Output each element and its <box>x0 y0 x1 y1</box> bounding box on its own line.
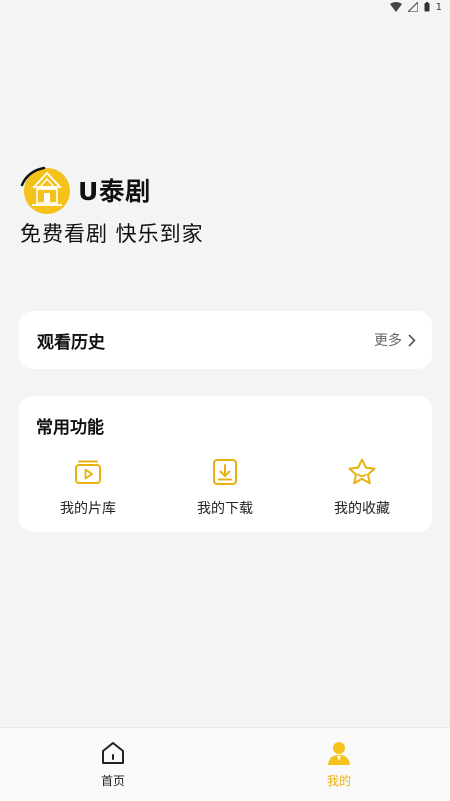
func-label: 我的收藏 <box>334 501 390 517</box>
download-icon <box>213 459 237 485</box>
wifi-icon <box>389 2 402 12</box>
common-functions-card: 常用功能 我的片库 我的下载 我的收藏 <box>19 396 432 532</box>
brand-header: U泰剧 <box>18 165 151 215</box>
app-slogan: 免费看剧 快乐到家 <box>20 222 204 246</box>
my-favorites-button[interactable]: 我的收藏 <box>307 456 417 518</box>
app-name: U泰剧 <box>78 177 152 206</box>
home-icon <box>102 742 124 764</box>
status-bar: 1 <box>0 0 450 14</box>
tab-home[interactable]: 首页 <box>73 740 153 789</box>
chevron-right-icon <box>408 333 416 347</box>
watch-history-title: 观看历史 <box>37 332 105 353</box>
star-icon <box>348 458 376 485</box>
more-label: 更多 <box>374 333 402 349</box>
my-library-button[interactable]: 我的片库 <box>33 456 143 518</box>
func-label: 我的片库 <box>60 501 116 517</box>
battery-icon <box>424 2 430 12</box>
common-functions-title: 常用功能 <box>36 418 104 438</box>
app-logo <box>18 165 76 215</box>
signal-icon <box>407 2 418 12</box>
func-label: 我的下载 <box>197 501 253 517</box>
bottom-tab-bar: 首页 我的 <box>0 727 450 801</box>
tab-label-mine: 我的 <box>326 774 351 788</box>
tab-mine[interactable]: 我的 <box>299 740 379 789</box>
watch-history-card[interactable]: 观看历史 更多 <box>19 311 432 369</box>
more-link[interactable]: 更多 <box>374 330 416 350</box>
user-icon <box>328 742 350 765</box>
battery-level: 1 <box>435 1 442 13</box>
tab-label-home: 首页 <box>100 774 125 788</box>
video-library-icon <box>75 460 101 484</box>
my-downloads-button[interactable]: 我的下载 <box>170 456 280 518</box>
